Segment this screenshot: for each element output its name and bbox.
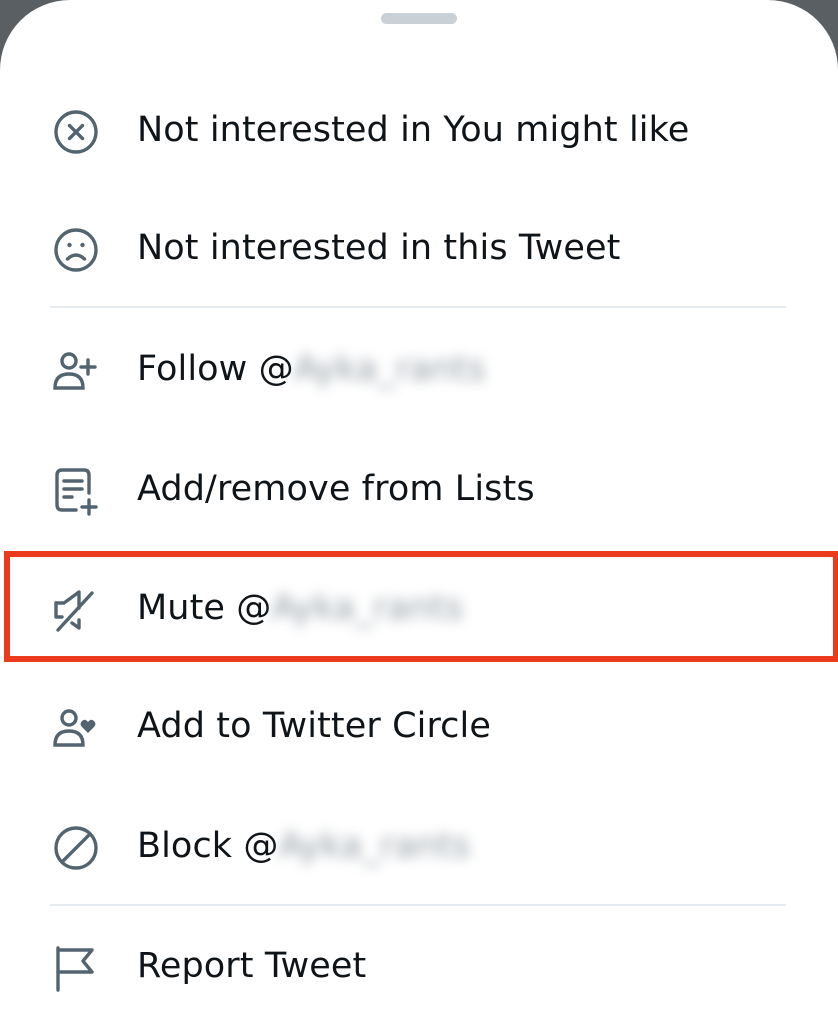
sheet-drag-handle[interactable] [381,13,457,24]
menu-item-label: Not interested in You might like [137,110,690,150]
menu-item-label: Add/remove from Lists [137,469,535,509]
menu-item-add-to-twitter-circle[interactable]: Add to Twitter Circle [0,667,838,785]
menu-item-label: Mute @Ayka_rants [137,549,463,667]
menu-item-add-remove-lists[interactable]: Add/remove from Lists [0,430,838,548]
list-add-icon [50,465,102,517]
follow-user-icon [50,345,102,397]
mute-speaker-icon [50,584,102,636]
menu-item-not-interested-you-might-like[interactable]: Not interested in You might like [0,71,838,189]
menu-item-label: Add to Twitter Circle [137,706,491,746]
blurred-username: Ayka_rants [271,588,464,628]
action-sheet: Not interested in You might like Not int… [0,0,838,1024]
divider [50,904,786,906]
sad-face-icon [50,224,102,276]
menu-item-label: Report Tweet [137,946,367,986]
blurred-username: Ayka_rants [293,349,486,389]
menu-item-mute[interactable]: Mute @Ayka_rants [0,549,838,667]
user-heart-icon [50,702,102,754]
menu-item-not-interested-this-tweet[interactable]: Not interested in this Tweet [0,189,838,307]
menu-item-follow[interactable]: Follow @Ayka_rants [0,310,838,428]
blurred-username: Ayka_rants [278,826,471,866]
menu-item-block[interactable]: Block @Ayka_rants [0,787,838,905]
x-circle-icon [50,106,102,158]
menu-item-label: Not interested in this Tweet [137,228,621,268]
block-icon [50,822,102,874]
menu-item-report-tweet[interactable]: Report Tweet [0,907,838,1024]
menu-item-label: Follow @Ayka_rants [137,310,486,428]
menu-item-label: Block @Ayka_rants [137,787,470,905]
flag-icon [50,942,102,994]
divider [50,306,786,308]
